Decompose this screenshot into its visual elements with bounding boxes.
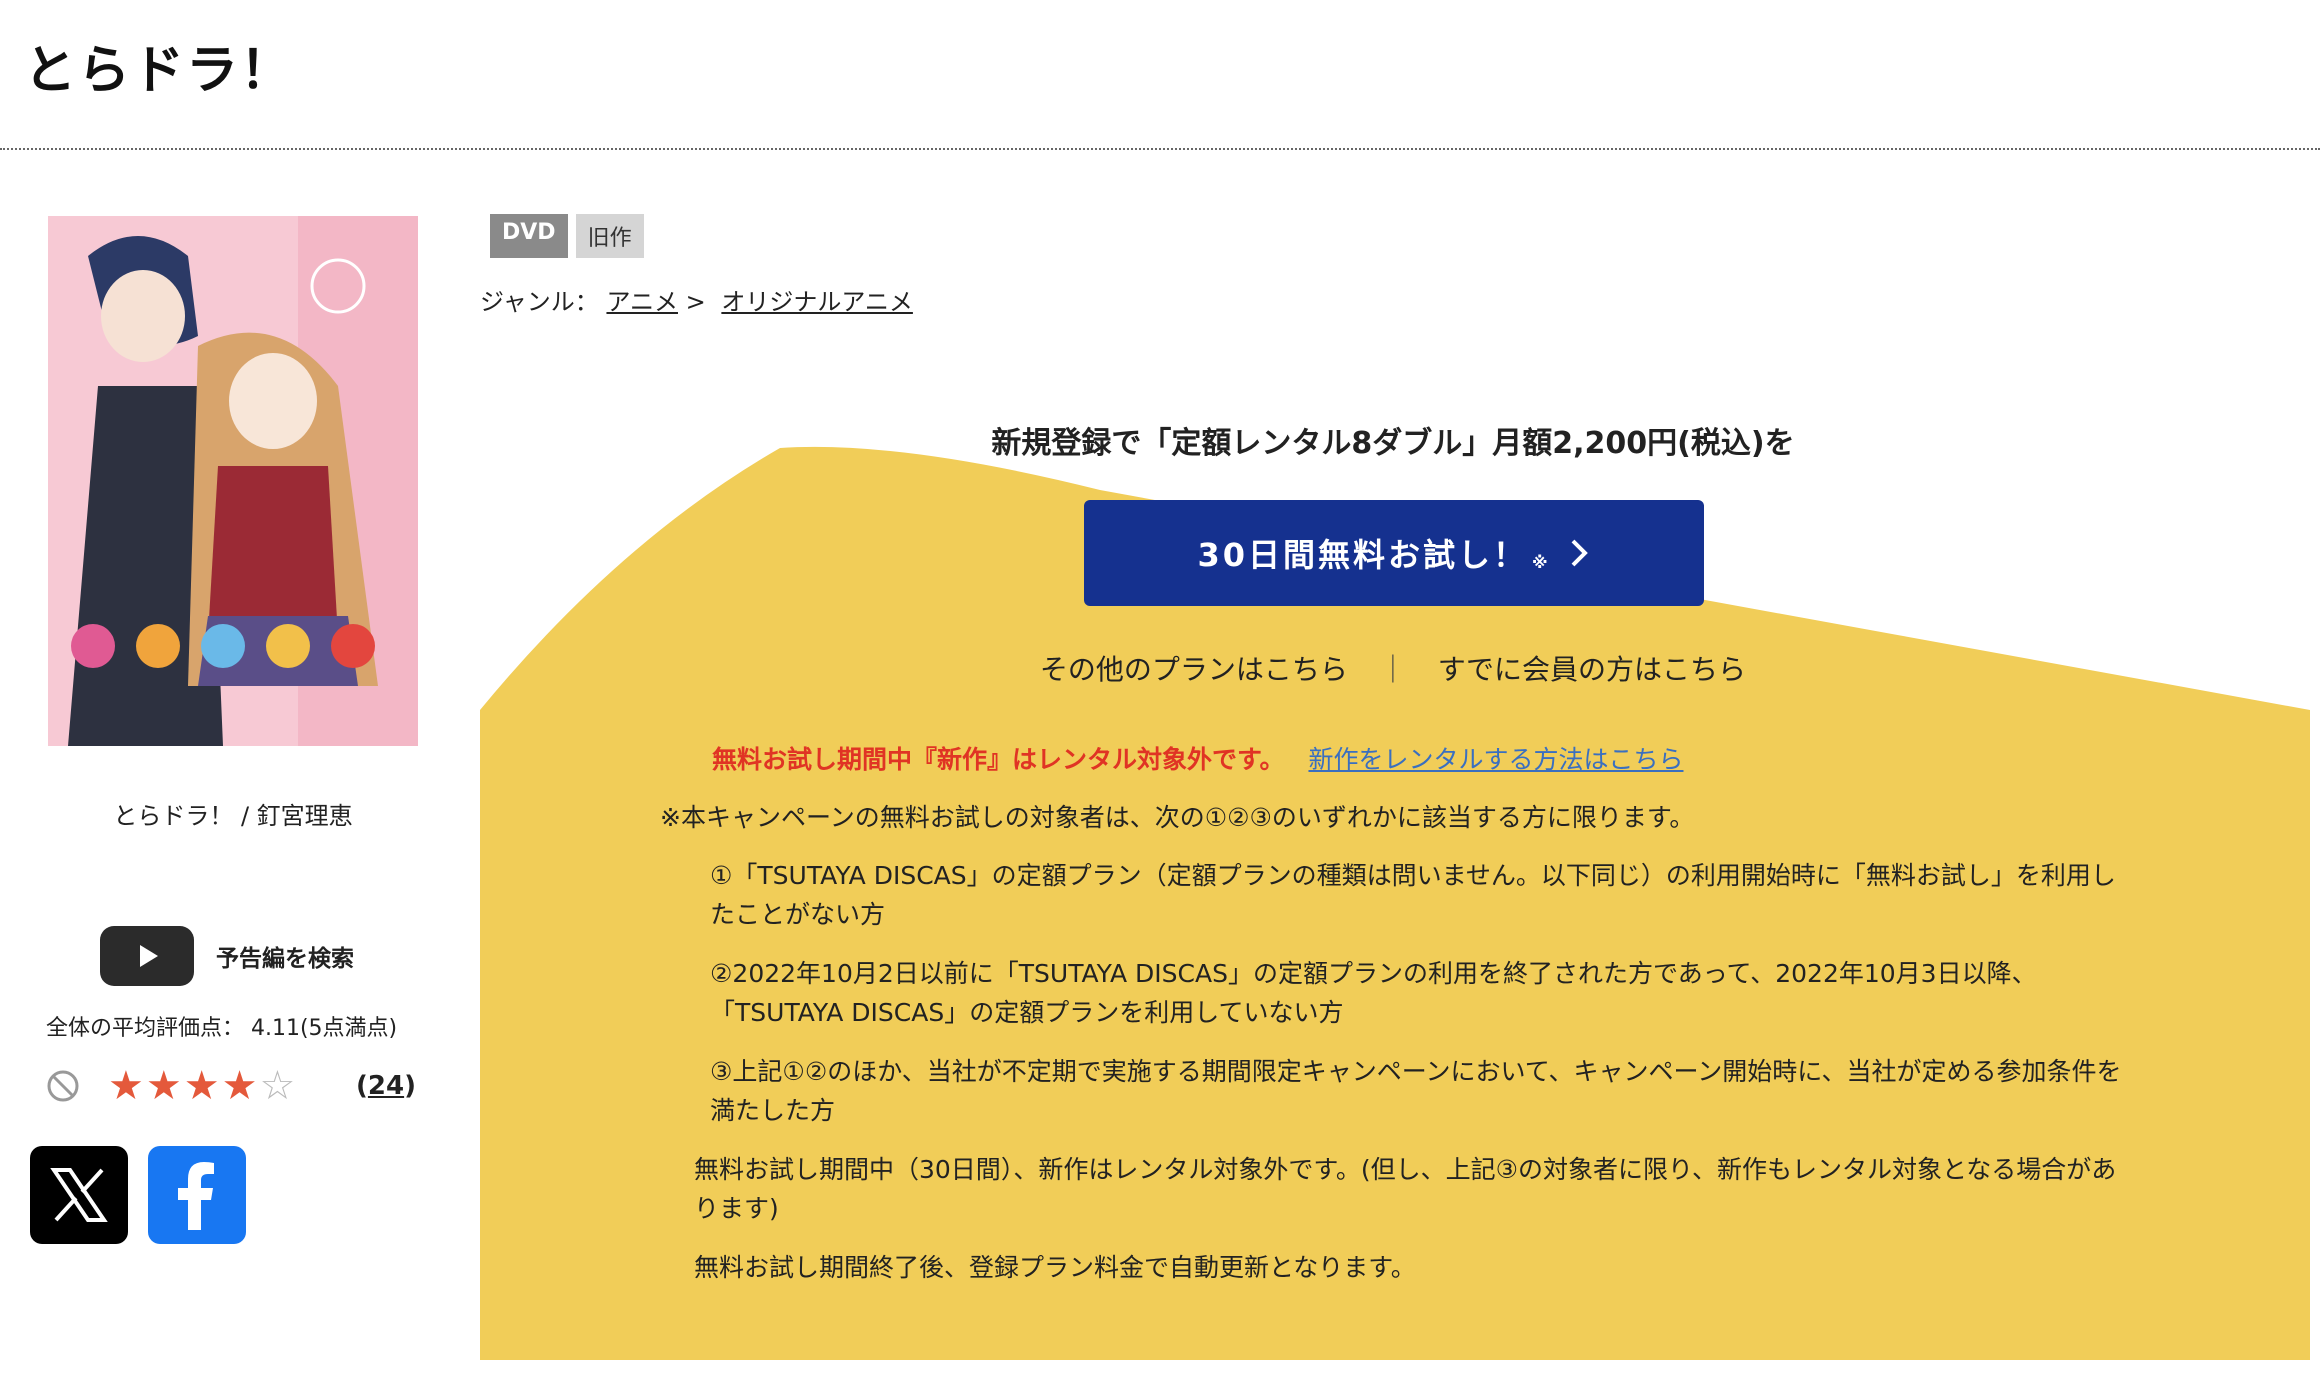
star-filled-icon[interactable]: ★ [222, 1066, 258, 1106]
average-rating: 全体の平均評価点： 4.11(5点満点) [46, 1016, 398, 1041]
star-empty-icon[interactable]: ☆ [259, 1066, 295, 1106]
play-icon [100, 926, 194, 986]
free-trial-note-mark: ※ [1531, 552, 1551, 572]
note-auto-renewal: 無料お試し期間終了後、登録プラン料金で自動更新となります。 [694, 1253, 1416, 1282]
other-plans-link[interactable]: その他のプランはこちら [1040, 653, 1348, 686]
new-release-warning: 無料お試し期間中『新作』はレンタル対象外です。 新作をレンタルする方法はこちら [712, 740, 1683, 776]
member-login-link[interactable]: すでに会員の方はこちら [1438, 653, 1746, 686]
warning-text: 無料お試し期間中『新作』はレンタル対象外です。 [712, 745, 1285, 774]
plan-links-separator: ｜ [1378, 653, 1407, 686]
page-title: とらドラ！ [24, 41, 295, 101]
work-caption: とらドラ！ / 釘宮理恵 [113, 802, 353, 830]
free-trial-label: 30日間無料お試し！ [1197, 536, 1528, 574]
rating-row: ★ ★ ★ ★ ☆ (24) [46, 1064, 416, 1108]
trailer-search-button[interactable]: 予告編を検索 [100, 924, 390, 988]
star-filled-icon[interactable]: ★ [184, 1066, 220, 1106]
condition-2: ②2022年10月2日以前に「TSUTAYA DISCAS」の定額プランの利用を… [710, 959, 2037, 1027]
genre-breadcrumb: ジャンル： アニメ > オリジナルアニメ [480, 282, 913, 317]
genre-link-original-anime[interactable]: オリジナルアニメ [721, 288, 913, 316]
cover-illustration [48, 216, 418, 746]
format-badge: DVD [490, 214, 568, 258]
genre-link-anime[interactable]: アニメ [606, 288, 678, 316]
trailer-search-label: 予告編を検索 [216, 946, 354, 972]
star-rating[interactable]: ★ ★ ★ ★ ☆ [108, 1066, 295, 1106]
star-filled-icon[interactable]: ★ [146, 1066, 182, 1106]
condition-1: ①「TSUTAYA DISCAS」の定額プラン（定額プランの種類は問いません。以… [710, 861, 2116, 929]
review-count-link[interactable]: 24 [368, 1071, 404, 1101]
chevron-right-icon [1571, 539, 1588, 567]
not-interested-icon[interactable] [46, 1069, 80, 1103]
note-new-titles: 無料お試し期間中（30日間）、新作はレンタル対象外です。(但し、上記③の対象者に… [694, 1155, 2117, 1223]
plan-links: その他のプランはこちら ｜ すでに会員の方はこちら [480, 648, 2306, 688]
new-release-rental-link[interactable]: 新作をレンタルする方法はこちら [1308, 745, 1683, 774]
free-trial-button[interactable]: 30日間無料お試し！ ※ [1084, 500, 1704, 606]
promo-headline: 新規登録で「定額レンタル8ダブル」月額2,200円(税込)を [991, 426, 1795, 461]
title-divider [0, 148, 2320, 150]
star-filled-icon[interactable]: ★ [108, 1066, 144, 1106]
genre-separator: > [685, 288, 706, 316]
conditions-intro: ※本キャンペーンの無料お試しの対象者は、次の①②③のいずれかに該当する方に限りま… [660, 803, 1695, 832]
review-count[interactable]: (24) [356, 1071, 416, 1101]
share-x-button[interactable] [30, 1146, 128, 1244]
format-badges: DVD 旧作 [490, 214, 644, 258]
x-logo-icon [50, 1168, 108, 1222]
dvd-cover-image[interactable] [48, 216, 418, 746]
facebook-logo-icon [178, 1162, 214, 1230]
genre-label: ジャンル： [480, 288, 599, 316]
condition-3: ③上記①②のほか、当社が不定期で実施する期間限定キャンペーンにおいて、キャンペー… [710, 1057, 2122, 1125]
share-facebook-button[interactable] [148, 1146, 246, 1244]
release-status-badge: 旧作 [575, 214, 644, 258]
